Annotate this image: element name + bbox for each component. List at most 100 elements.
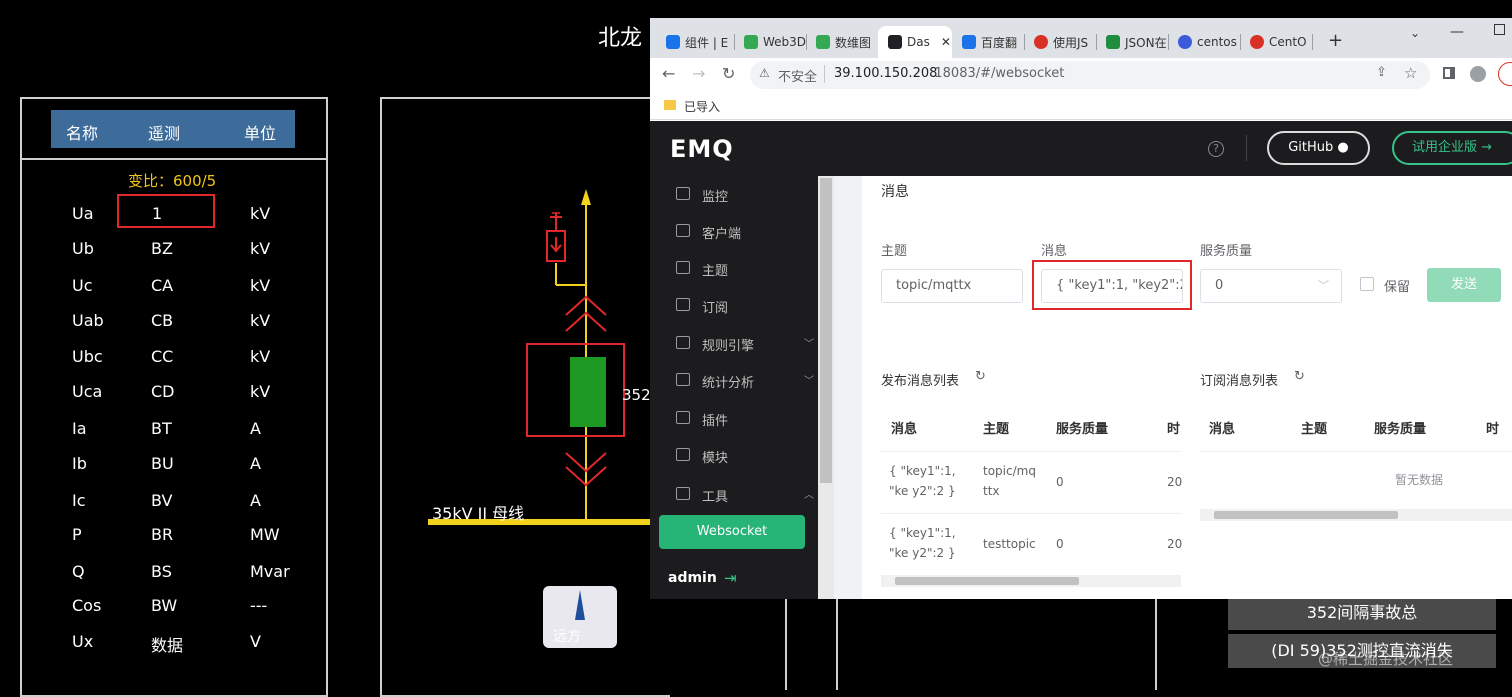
divider-line	[785, 599, 787, 690]
event-button[interactable]: 352间隔事故总	[1228, 596, 1496, 630]
url-path: :18083/#/websocket	[930, 66, 1065, 81]
breaker-label: 352	[622, 386, 651, 404]
maximize-icon[interactable]	[1494, 24, 1505, 35]
row-value: BV	[151, 491, 173, 510]
menu-label: 工具	[702, 490, 729, 505]
refresh-icon[interactable]: ↻	[975, 369, 986, 384]
cell-topic: testtopic	[983, 537, 1036, 551]
row-name: Ia	[72, 419, 87, 438]
bookmarks-bar: 已导入	[650, 92, 1512, 120]
tab-favicon-icon	[816, 35, 830, 49]
cell-qos: 0	[1056, 475, 1064, 489]
minimize-icon[interactable]: —	[1450, 24, 1464, 40]
github-button[interactable]: GitHub ●	[1267, 131, 1370, 165]
published-hscroll[interactable]	[881, 575, 1181, 587]
rule-engine-icon	[676, 336, 690, 349]
row-name: Ux	[72, 632, 94, 651]
browser-tab[interactable]: Web3D	[734, 26, 806, 58]
profile-avatar[interactable]	[1470, 66, 1486, 82]
back-icon[interactable]: ←	[662, 64, 675, 83]
bookmark-folder[interactable]: 已导入	[684, 98, 720, 115]
scrollbar-thumb[interactable]	[895, 577, 1079, 585]
browser-tab[interactable]: 百度翻	[952, 26, 1024, 58]
row-value: BS	[151, 562, 172, 581]
cell-message: { "key1":1, "ke y2":2 }	[889, 464, 956, 498]
sidebar-item-plugins[interactable]: 插件	[650, 400, 818, 438]
tab-label: 组件 | E	[685, 35, 729, 50]
folder-icon	[664, 100, 676, 110]
emq-logo: EMQ	[670, 135, 734, 163]
row-unit: MW	[250, 525, 280, 544]
browser-tab[interactable]: CentO	[1240, 26, 1312, 58]
url-warning: 不安全	[778, 70, 818, 85]
emq-header: EMQ ? GitHub ● 试用企业版 →	[650, 121, 1512, 176]
row-name: Uab	[72, 311, 104, 330]
sidebar-item-rule-engine[interactable]: 规则引擎 ﹀	[650, 325, 818, 363]
menu-label: 统计分析	[702, 376, 755, 391]
subscribed-hscroll[interactable]	[1200, 509, 1512, 521]
send-button[interactable]: 发送	[1427, 268, 1501, 302]
plugins-icon	[676, 411, 690, 424]
topic-label: 主题	[881, 244, 908, 259]
header-unit: 单位	[244, 124, 277, 143]
tab-label: CentO	[1269, 35, 1307, 49]
arrow-right-icon: →	[1481, 140, 1493, 155]
clients-icon	[676, 224, 690, 237]
logout-icon[interactable]: ⇥	[724, 569, 737, 587]
browser-tab[interactable]: 使用JS	[1024, 26, 1096, 58]
enterprise-trial-button[interactable]: 试用企业版 →	[1392, 131, 1512, 165]
sidebar-item-topics[interactable]: 主题	[650, 250, 818, 288]
github-label: GitHub	[1288, 140, 1334, 155]
sidepanel-icon[interactable]	[1443, 67, 1455, 79]
browser-tab[interactable]: JSON在	[1096, 26, 1168, 58]
telemetry-row: Ux 数据 V	[0, 632, 330, 656]
tab-search-chevron-icon[interactable]: ⌄	[1410, 26, 1420, 40]
browser-tab[interactable]: centos	[1168, 26, 1240, 58]
cell-topic: topic/mq ttx	[983, 464, 1036, 498]
browser-tab[interactable]: 数维图	[806, 26, 878, 58]
tab-label: centos	[1197, 35, 1237, 49]
sidebar-item-clients[interactable]: 客户端	[650, 213, 818, 251]
message-input-highlight	[1032, 260, 1192, 310]
col-time: 时	[1486, 422, 1500, 437]
sidebar-item-websocket[interactable]: Websocket	[659, 515, 805, 549]
col-message: 消息	[891, 422, 918, 437]
menu-label: 主题	[702, 264, 729, 279]
divider-line	[836, 599, 838, 690]
breaker-352[interactable]	[570, 357, 606, 427]
panel-divider	[20, 158, 328, 160]
bookmark-star-icon[interactable]: ☆	[1404, 64, 1417, 82]
telemetry-row: Ubc CC kV	[0, 347, 330, 371]
sidebar-item-modules[interactable]: 模块	[650, 437, 818, 475]
analytics-icon	[676, 373, 690, 386]
sidebar-item-tools[interactable]: 工具 ︿	[650, 476, 818, 514]
close-tab-icon[interactable]: ✕	[941, 35, 951, 49]
telemetry-row: Cos BW ---	[0, 596, 330, 620]
refresh-icon[interactable]: ↻	[1294, 369, 1305, 384]
reload-icon[interactable]: ↻	[722, 64, 735, 83]
scrollbar-thumb[interactable]	[1214, 511, 1398, 519]
browser-tab[interactable]: 组件 | E	[656, 26, 734, 58]
update-button[interactable]	[1498, 62, 1512, 86]
help-icon[interactable]: ?	[1208, 141, 1224, 157]
sidebar-item-monitor[interactable]: 监控	[650, 176, 818, 214]
retain-checkbox[interactable]	[1360, 277, 1374, 291]
bus-label: 35kV II 母线	[432, 504, 525, 523]
url-field[interactable]: ⚠ 不安全 39.100.150.208 :18083/#/websocket …	[750, 61, 1430, 89]
username: admin	[668, 570, 717, 586]
topic-input[interactable]: topic/mqttx	[881, 269, 1023, 303]
sidebar-item-analytics[interactable]: 统计分析 ﹀	[650, 362, 818, 400]
share-icon[interactable]: ⇪	[1376, 65, 1387, 80]
tab-label: Web3D	[763, 35, 806, 49]
qos-select[interactable]: 0 ﹀	[1200, 269, 1342, 303]
telemetry-row: Ia BT A	[0, 419, 330, 443]
forward-icon[interactable]: →	[692, 64, 705, 83]
scrollbar-thumb[interactable]	[820, 178, 832, 483]
row-name: Ubc	[72, 347, 103, 366]
new-tab-icon[interactable]: +	[1328, 30, 1343, 51]
row-name: Q	[72, 562, 85, 581]
sidebar-item-subscriptions[interactable]: 订阅	[650, 287, 818, 325]
browser-tab-active[interactable]: Das ✕	[878, 26, 952, 58]
subscribed-list-title: 订阅消息列表	[1200, 374, 1279, 389]
warning-icon: ⚠	[759, 66, 770, 80]
